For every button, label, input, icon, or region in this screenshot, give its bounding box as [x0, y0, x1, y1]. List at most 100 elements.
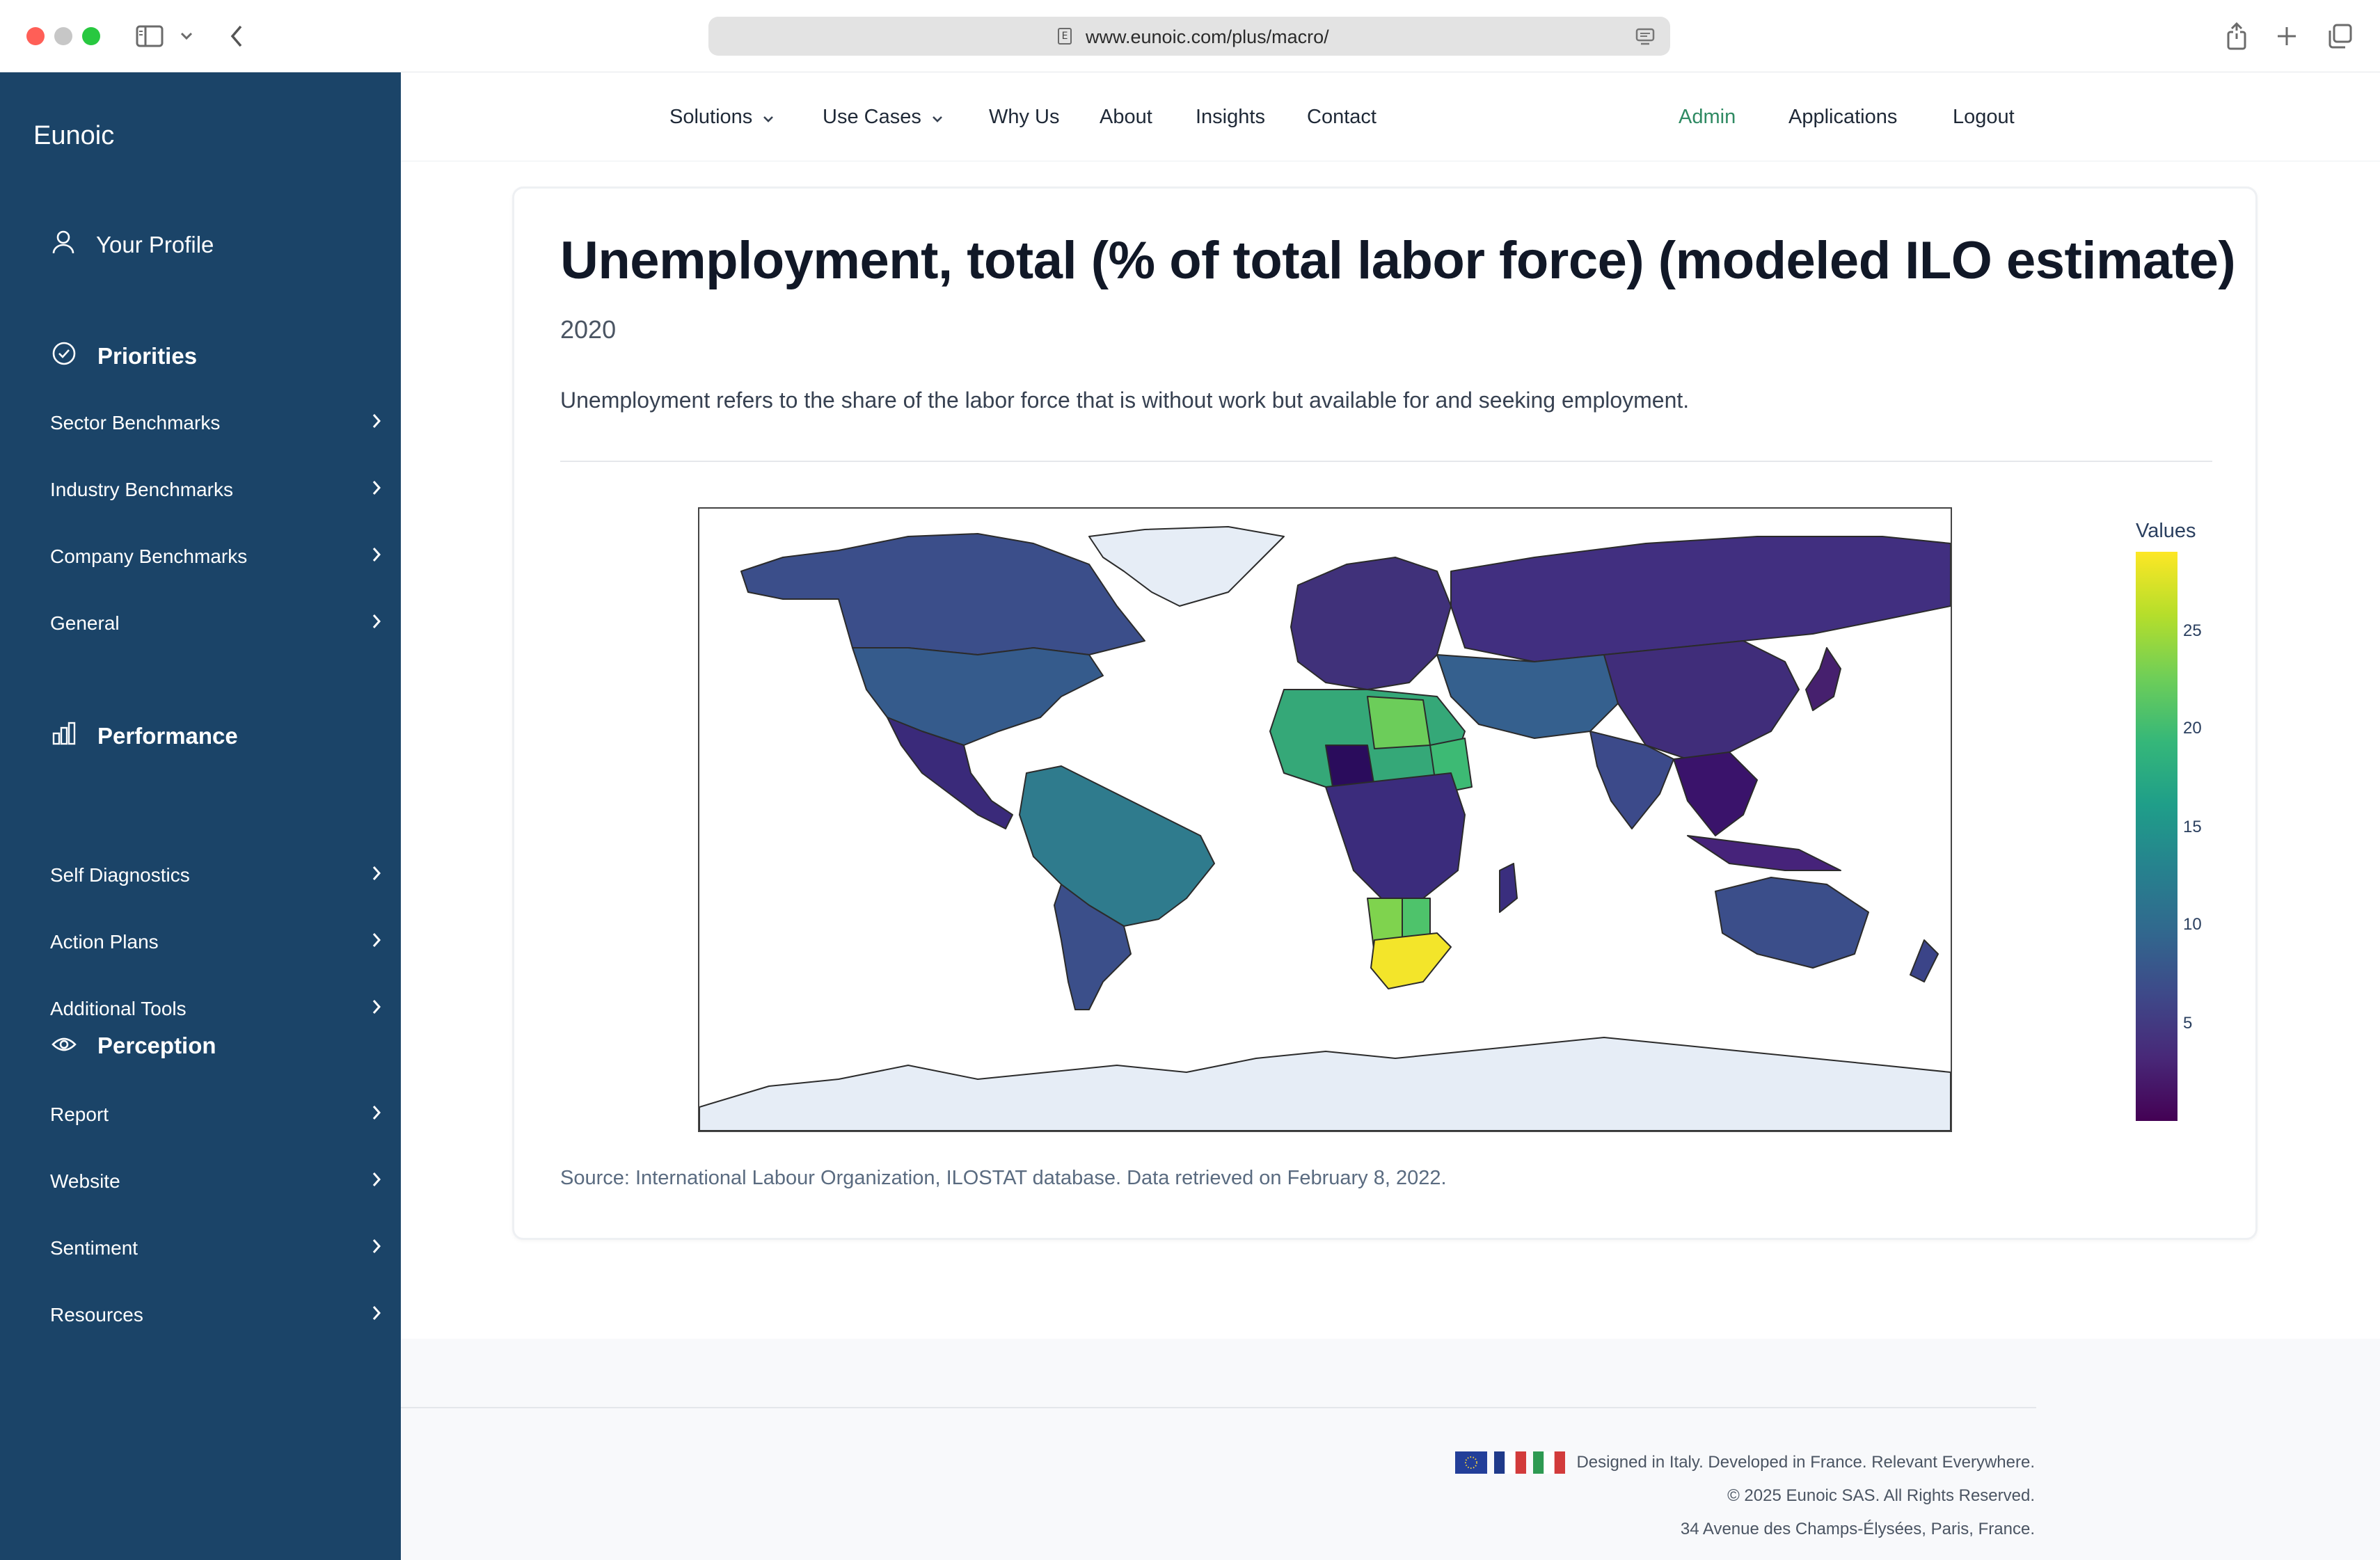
sidebar-section-priorities[interactable]: Priorities: [51, 341, 197, 372]
footer-copyright: © 2025 Eunoic SAS. All Rights Reserved.: [1727, 1486, 2035, 1506]
sidebar-item-label: General: [50, 612, 120, 634]
browser-toolbar: E www.eunoic.com/plus/macro/: [0, 0, 2380, 72]
sidebar: Eunoic Your Profile Priorities Sector Be…: [0, 72, 401, 1560]
footer: Designed in Italy. Developed in France. …: [401, 1339, 2380, 1560]
region-australia: [1715, 877, 1869, 969]
sidebar-item-resources[interactable]: Resources: [50, 1304, 381, 1326]
footer-tagline: Designed in Italy. Developed in France. …: [1576, 1453, 2035, 1472]
chevron-right-icon: [372, 998, 381, 1020]
close-window-button[interactable]: [26, 27, 45, 45]
check-circle-icon: [51, 341, 77, 372]
sidebar-item-your-profile[interactable]: Your Profile: [51, 230, 214, 260]
colorbar-tick: 5: [2183, 1014, 2193, 1033]
chevron-right-icon: [372, 612, 381, 635]
copyright-text: © 2025 Eunoic SAS. All Rights Reserved.: [1727, 1486, 2035, 1505]
region-new-zealand: [1910, 939, 1939, 982]
maximize-window-button[interactable]: [82, 27, 100, 45]
sidebar-item-additional-tools[interactable]: Additional Tools: [50, 998, 381, 1020]
back-icon[interactable]: [223, 19, 251, 53]
nav-label: Use Cases: [823, 106, 921, 128]
region-united-states: [852, 647, 1104, 746]
sidebar-item-sector-benchmarks[interactable]: Sector Benchmarks: [50, 412, 381, 434]
divider: [560, 461, 2212, 462]
chevron-right-icon: [372, 1237, 381, 1259]
nav-label: Admin: [1679, 106, 1736, 128]
reader-icon[interactable]: [1635, 28, 1655, 49]
nav-label: Applications: [1788, 106, 1898, 128]
sidebar-toggle-icon[interactable]: [132, 19, 167, 53]
sidebar-item-label: Sentiment: [50, 1237, 138, 1259]
region-central-africa: [1325, 772, 1466, 899]
sidebar-item-company-benchmarks[interactable]: Company Benchmarks: [50, 546, 381, 568]
colorbar-tick: 25: [2183, 621, 2202, 640]
nav-logout[interactable]: Logout: [1953, 106, 2015, 129]
chevron-right-icon: [372, 1104, 381, 1126]
indicator-description: Unemployment refers to the share of the …: [560, 388, 1690, 413]
sidebar-item-label: Action Plans: [50, 931, 159, 953]
sidebar-item-action-plans[interactable]: Action Plans: [50, 931, 381, 953]
sidebar-section-label: Perception: [97, 1033, 216, 1058]
nav-label: About: [1100, 106, 1152, 128]
footer-divider: [401, 1407, 2036, 1408]
sidebar-item-general[interactable]: General: [50, 612, 381, 635]
nav-contact[interactable]: Contact: [1307, 106, 1377, 129]
region-canada: [740, 533, 1145, 655]
page-title: Unemployment, total (% of total labor fo…: [560, 231, 2236, 290]
chevron-right-icon: [372, 412, 381, 434]
nav-admin[interactable]: Admin: [1679, 106, 1736, 129]
chevron-right-icon: [372, 546, 381, 568]
chevron-right-icon: [372, 1170, 381, 1193]
sidebar-item-sentiment[interactable]: Sentiment: [50, 1237, 381, 1259]
france-flag-icon: [1494, 1451, 1527, 1474]
nav-insights[interactable]: Insights: [1196, 106, 1265, 129]
sidebar-section-perception[interactable]: Perception: [51, 1033, 216, 1059]
region-libya: [1367, 696, 1431, 749]
colorbar-tick: 10: [2183, 915, 2202, 934]
colorbar-tick: 15: [2183, 818, 2202, 836]
nav-solutions[interactable]: Solutions: [669, 106, 775, 129]
italy-flag-icon: [1533, 1451, 1566, 1474]
region-south-africa: [1370, 932, 1452, 989]
choropleth-map[interactable]: [698, 507, 1952, 1132]
new-tab-icon[interactable]: [2270, 19, 2303, 53]
region-niger: [1325, 745, 1375, 788]
share-icon[interactable]: [2220, 19, 2253, 53]
sidebar-item-report[interactable]: Report: [50, 1104, 381, 1126]
footer-address: 34 Avenue des Champs-Élysées, Paris, Fra…: [1681, 1520, 2035, 1539]
sidebar-item-industry-benchmarks[interactable]: Industry Benchmarks: [50, 479, 381, 501]
user-icon: [51, 230, 75, 260]
chevron-down-icon[interactable]: [178, 19, 195, 53]
region-greenland: [1088, 526, 1285, 607]
footer-tagline-row: Designed in Italy. Developed in France. …: [1455, 1451, 2035, 1474]
minimize-window-button[interactable]: [54, 27, 72, 45]
sidebar-item-self-diagnostics[interactable]: Self Diagnostics: [50, 864, 381, 886]
sidebar-item-website[interactable]: Website: [50, 1170, 381, 1193]
top-nav: Solutions Use Cases Why Us About Insight…: [401, 72, 2380, 161]
colorbar-tick: 20: [2183, 719, 2202, 738]
sidebar-section-performance[interactable]: Performance: [51, 721, 238, 751]
nav-label: Solutions: [669, 106, 753, 128]
sidebar-item-label: Report: [50, 1104, 109, 1125]
nav-use-cases[interactable]: Use Cases: [823, 106, 944, 129]
site-favicon: E: [1058, 28, 1072, 45]
chevron-right-icon: [372, 931, 381, 953]
region-antarctica: [699, 1037, 1951, 1131]
eye-icon: [51, 1033, 77, 1059]
brand-logo-text[interactable]: Eunoic: [33, 121, 114, 151]
address-bar[interactable]: E www.eunoic.com/plus/macro/: [708, 17, 1670, 56]
region-russia: [1450, 536, 1951, 662]
sidebar-item-label: Website: [50, 1170, 120, 1192]
url-text: www.eunoic.com/plus/macro/: [1086, 26, 1329, 47]
region-central-asia: [1436, 654, 1619, 739]
nav-why-us[interactable]: Why Us: [989, 106, 1060, 129]
chevron-right-icon: [372, 479, 381, 501]
region-europe: [1290, 557, 1452, 690]
chevron-right-icon: [372, 864, 381, 886]
colorbar-title: Values: [2136, 520, 2196, 542]
nav-applications[interactable]: Applications: [1788, 106, 1897, 129]
nav-about[interactable]: About: [1100, 106, 1152, 129]
region-southeast-asia: [1673, 751, 1758, 836]
indicator-year: 2020: [560, 315, 617, 344]
tab-overview-icon[interactable]: [2323, 19, 2356, 53]
bar-chart-icon: [51, 721, 77, 751]
